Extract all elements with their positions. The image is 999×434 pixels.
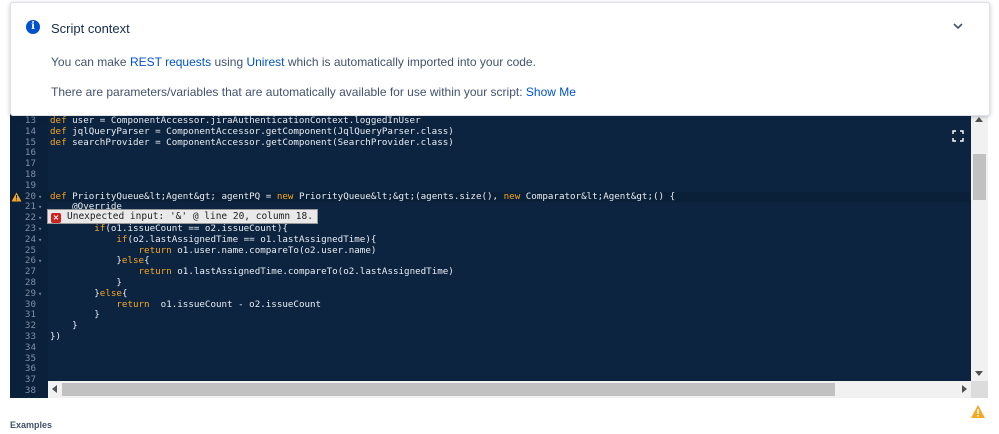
code-line[interactable]: 17 — [10, 158, 970, 170]
fold-toggle-icon[interactable]: ▾ — [38, 289, 42, 300]
error-icon: × — [51, 213, 61, 223]
code-line[interactable]: 36 — [10, 364, 970, 375]
scroll-up-arrow[interactable] — [975, 117, 983, 122]
line-number: 38 — [24, 384, 36, 396]
scroll-right-arrow[interactable] — [962, 385, 967, 393]
show-me-link[interactable]: Show Me — [526, 85, 576, 99]
code-line[interactable]: 32 } — [10, 320, 970, 332]
line-number: 24 — [24, 233, 36, 245]
code-text: def PriorityQueue&lt;Agent&gt; agentPQ =… — [50, 190, 676, 202]
expand-icon[interactable] — [952, 130, 964, 142]
unirest-link[interactable]: Unirest — [246, 55, 284, 69]
fold-toggle-icon[interactable]: ▾ — [38, 235, 42, 246]
code-line[interactable]: 25 return o1.user.name.compareTo(o2.user… — [10, 245, 970, 257]
line-number: 29 — [24, 287, 36, 299]
code-line[interactable]: 20 ▾ def PriorityQueue&lt;Agent&gt; agentP… — [10, 190, 970, 203]
code-line[interactable]: 28 } — [10, 277, 970, 289]
script-context-panel: i Script context You can make REST reque… — [10, 2, 990, 116]
horizontal-scrollbar[interactable] — [48, 381, 971, 398]
rest-info-text: You can make REST requests using Unirest… — [51, 55, 536, 69]
code-line[interactable]: 33}) — [10, 330, 970, 343]
examples-heading: Examples — [10, 420, 53, 430]
fold-toggle-icon[interactable]: ▾ — [38, 256, 42, 267]
script-context-header[interactable]: i Script context — [11, 3, 989, 49]
code-lines[interactable]: 13 def user = ComponentAccessor.jiraAuthe… — [10, 115, 970, 397]
warning-icon[interactable] — [970, 404, 986, 419]
code-line[interactable]: 18 — [10, 169, 970, 181]
vertical-scroll-thumb[interactable] — [973, 154, 986, 200]
script-context-title: Script context — [51, 21, 130, 36]
horizontal-scroll-thumb[interactable] — [62, 383, 835, 396]
code-line[interactable]: 34 — [10, 341, 970, 354]
code-line[interactable]: 16 — [10, 148, 970, 159]
code-text: def searchProvider = ComponentAccessor.g… — [50, 136, 454, 148]
line-number: 34 — [24, 341, 36, 353]
scroll-left-arrow[interactable] — [52, 385, 57, 393]
code-line[interactable]: 27 return o1.lastAssignedTime.compareTo(… — [10, 266, 970, 278]
line-number: 14 — [24, 125, 36, 137]
fold-toggle-icon[interactable]: ▾ — [38, 202, 42, 213]
code-text: }) — [50, 330, 62, 342]
variables-info-text: There are parameters/variables that are … — [51, 85, 576, 99]
code-line[interactable]: 15 def searchProvider = ComponentAccessor… — [10, 136, 970, 149]
fold-toggle-icon[interactable]: ▾ — [38, 224, 42, 235]
code-line[interactable]: 35 — [10, 353, 970, 365]
scroll-down-arrow[interactable] — [975, 371, 983, 376]
rest-requests-link[interactable]: REST requests — [130, 55, 211, 69]
vertical-scrollbar[interactable] — [971, 112, 988, 398]
fold-toggle-icon[interactable]: ▾ — [38, 213, 42, 224]
code-line[interactable]: 30 return o1.issueCount - o2.issueCount — [10, 299, 970, 311]
line-number: 19 — [24, 179, 36, 191]
fold-toggle-icon[interactable]: ▾ — [38, 192, 42, 203]
error-tooltip: × Unexpected input: '&' @ line 20, column… — [47, 209, 318, 224]
code-line[interactable]: 31 } — [10, 309, 970, 321]
scrollbar-corner — [971, 381, 988, 398]
chevron-down-icon[interactable] — [951, 19, 965, 33]
info-icon: i — [26, 20, 40, 34]
code-editor[interactable]: 13 def user = ComponentAccessor.jiraAuthe… — [10, 112, 988, 398]
